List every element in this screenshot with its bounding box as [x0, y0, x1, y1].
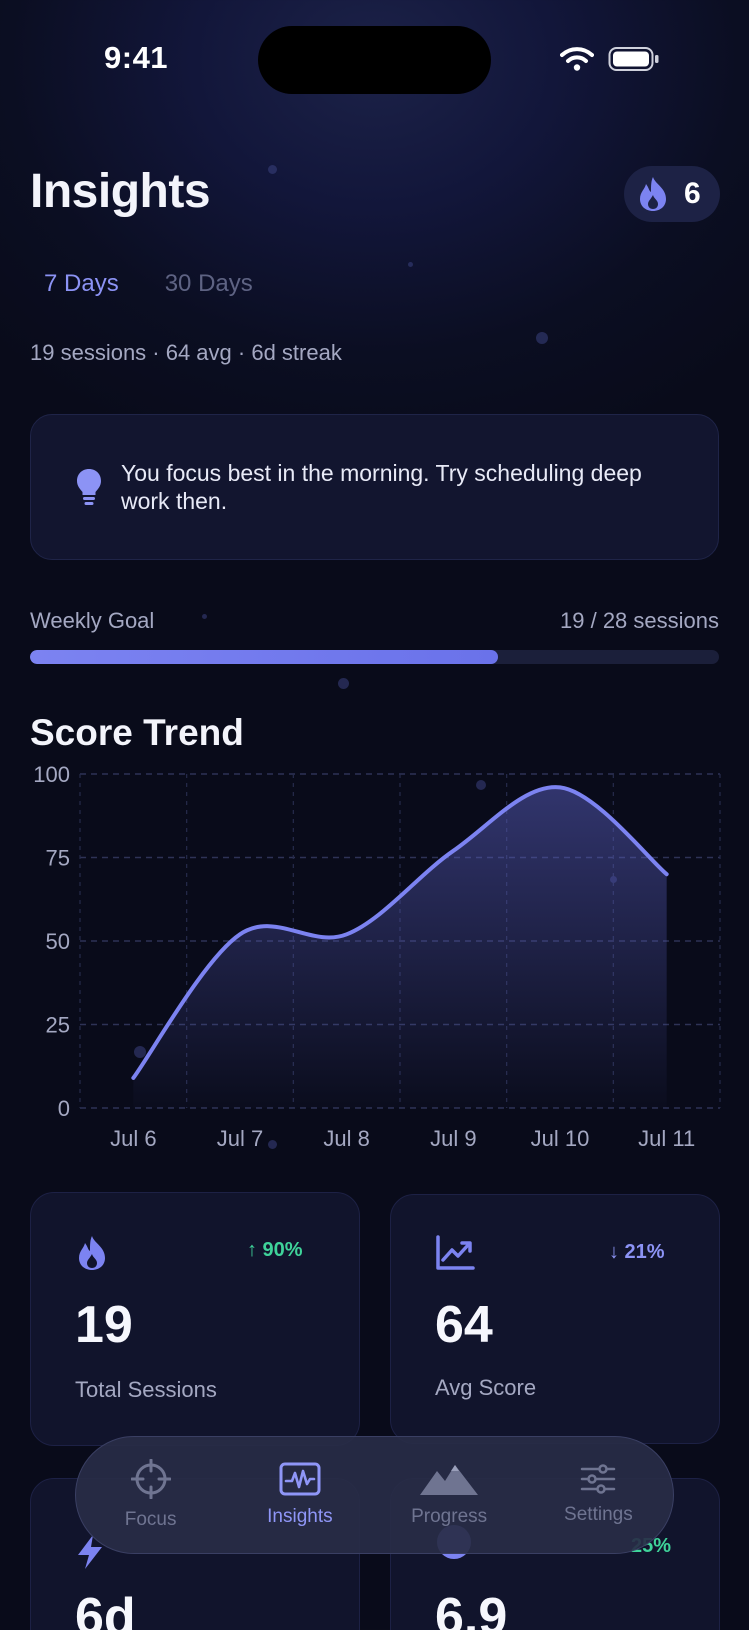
background-dot: [408, 262, 413, 267]
stat-card-avg-score[interactable]: ↓ 21% 64 Avg Score: [390, 1194, 720, 1444]
status-time: 9:41: [104, 40, 169, 75]
summary-line: 19 sessions · 64 avg · 6d streak: [30, 340, 342, 365]
weekly-goal-progress-fill: [30, 650, 498, 664]
battery-icon: [608, 47, 659, 71]
tabbar-label: Settings: [564, 1504, 633, 1525]
stat-card-total-sessions[interactable]: ↑ 90% 19 Total Sessions: [30, 1192, 360, 1446]
weekly-goal-label: Weekly Goal: [30, 608, 155, 633]
stat-delta: ↑ 90%: [247, 1239, 303, 1261]
tip-text: You focus best in the morning. Try sched…: [121, 460, 642, 514]
sliders-icon: [581, 1464, 616, 1494]
tab-7-days[interactable]: 7 Days: [44, 270, 119, 298]
weekly-goal-value: 19 / 28 sessions: [560, 608, 719, 633]
x-tick-label: Jul 6: [110, 1126, 156, 1151]
streak-count: 6: [684, 177, 701, 210]
background-dot: [338, 678, 349, 689]
weekly-goal-progress-bar: [30, 650, 719, 664]
tabbar-item-progress[interactable]: Progress: [375, 1437, 524, 1553]
stat-label: Total Sessions: [75, 1377, 217, 1402]
stat-label: Avg Score: [435, 1375, 537, 1400]
y-tick-label: 50: [46, 929, 70, 954]
lightbulb-icon: [77, 469, 101, 505]
waveform-icon: [279, 1462, 321, 1496]
background-dot: [268, 165, 277, 174]
stat-value: 64: [435, 1296, 493, 1354]
x-tick-label: Jul 9: [430, 1126, 476, 1151]
trend-chart-icon: [436, 1235, 475, 1270]
x-tick-label: Jul 8: [323, 1126, 369, 1151]
tabbar-item-settings[interactable]: Settings: [524, 1437, 673, 1553]
tabbar-item-insights[interactable]: Insights: [225, 1437, 374, 1553]
background-dot: [202, 614, 207, 619]
x-tick-label: Jul 7: [217, 1126, 263, 1151]
background-dot: [536, 332, 548, 344]
tab-30-days[interactable]: 30 Days: [165, 270, 253, 298]
chart-area-fill: [133, 787, 667, 1108]
y-tick-label: 75: [46, 846, 70, 871]
bottom-tab-bar: Focus Insights Progress Settings: [75, 1436, 674, 1554]
tabbar-label: Progress: [411, 1506, 488, 1527]
fire-icon: [79, 1236, 105, 1270]
stat-value: 6d: [75, 1588, 136, 1630]
y-tick-label: 25: [46, 1013, 70, 1038]
score-trend-title: Score Trend: [30, 712, 244, 753]
x-tick-label: Jul 11: [638, 1126, 695, 1151]
mountains-icon: [420, 1465, 479, 1495]
insight-tip-card: You focus best in the morning. Try sched…: [30, 414, 719, 560]
stat-value: 6.9: [435, 1588, 508, 1630]
tabbar-item-focus[interactable]: Focus: [76, 1437, 225, 1553]
x-tick-label: Jul 10: [531, 1126, 590, 1151]
wifi-icon: [560, 47, 594, 71]
streak-badge[interactable]: 6: [624, 166, 720, 222]
tabbar-label: Insights: [267, 1506, 333, 1527]
crosshair-icon: [130, 1459, 171, 1499]
y-tick-label: 0: [58, 1096, 70, 1121]
stat-delta: ↓ 21%: [609, 1241, 665, 1263]
stat-value: 19: [75, 1296, 133, 1354]
fire-icon: [640, 177, 666, 211]
dynamic-island: [258, 26, 491, 94]
tabbar-label: Focus: [124, 1509, 177, 1530]
range-tabs: 7 Days 30 Days: [44, 270, 253, 298]
y-tick-label: 100: [33, 762, 70, 787]
page-title: Insights: [30, 165, 211, 218]
score-trend-chart: 0 25 50 75 100 Jul 6 Jul 7 Jul 8 Jul 9 Jul 10 Jul …: [33, 762, 721, 1151]
